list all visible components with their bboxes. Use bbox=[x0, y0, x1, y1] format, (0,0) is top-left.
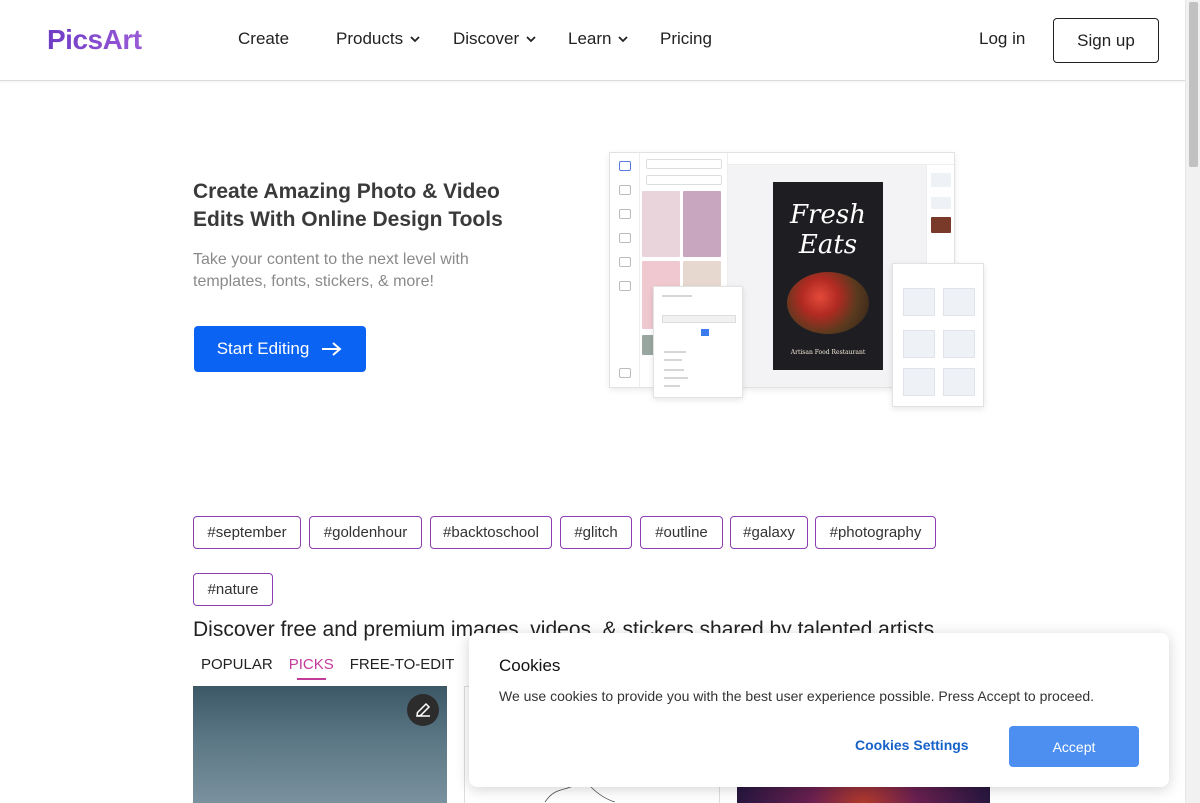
help-icon bbox=[619, 368, 631, 378]
gallery-card[interactable] bbox=[193, 686, 447, 803]
mockup-font-popup bbox=[653, 286, 743, 398]
nav-discover-label: Discover bbox=[453, 29, 520, 48]
fresh-eats-poster: Fresh Eats Artisan Food Restaurant bbox=[773, 182, 883, 370]
tag-photography[interactable]: #photography bbox=[815, 516, 936, 549]
mockup-resize-popup bbox=[892, 263, 984, 407]
pencil-icon bbox=[416, 702, 431, 717]
tag-glitch[interactable]: #glitch bbox=[560, 516, 632, 549]
popup-line bbox=[664, 359, 682, 361]
cookie-message: We use cookies to provide you with the b… bbox=[499, 688, 1095, 704]
popup-card bbox=[943, 368, 975, 396]
hero-title: Create Amazing Photo & Video Edits With … bbox=[193, 180, 503, 231]
accept-cookies-button[interactable]: Accept bbox=[1009, 726, 1139, 767]
popup-line bbox=[664, 351, 686, 353]
nav-products[interactable]: Products bbox=[336, 29, 453, 49]
mockup-topbar bbox=[728, 153, 954, 165]
nav-learn[interactable]: Learn bbox=[568, 29, 660, 49]
mockup-select bbox=[646, 175, 722, 185]
main-nav: Create Products Discover Learn Pricing bbox=[238, 29, 712, 49]
poster-title: Fresh Eats bbox=[790, 200, 866, 260]
mockup-search bbox=[646, 159, 722, 169]
tag-september[interactable]: #september bbox=[193, 516, 301, 549]
popup-card bbox=[943, 330, 975, 358]
shape-icon bbox=[619, 257, 631, 267]
mockup-layer bbox=[931, 197, 951, 209]
chevron-down-icon bbox=[618, 36, 629, 43]
cookie-banner: Cookies We use cookies to provide you wi… bbox=[469, 633, 1169, 787]
poster-footer: Artisan Food Restaurant bbox=[790, 349, 866, 356]
mockup-thumb bbox=[683, 191, 721, 257]
cookie-title: Cookies bbox=[499, 656, 561, 675]
mockup-toolbar bbox=[610, 153, 640, 387]
mockup-layer bbox=[931, 173, 951, 187]
scrollbar-thumb[interactable] bbox=[1189, 2, 1198, 167]
photo-icon bbox=[619, 185, 631, 195]
chevron-down-icon bbox=[410, 36, 420, 43]
nav-pricing-label: Pricing bbox=[660, 29, 712, 48]
start-editing-button[interactable]: Start Editing bbox=[194, 326, 366, 372]
nav-create[interactable]: Create bbox=[238, 29, 336, 49]
popup-line bbox=[664, 377, 688, 379]
nav-products-label: Products bbox=[336, 29, 404, 48]
popup-line bbox=[662, 295, 692, 297]
arrow-right-icon bbox=[322, 342, 342, 356]
edit-button[interactable] bbox=[407, 694, 439, 726]
start-editing-label: Start Editing bbox=[216, 339, 310, 358]
popup-card bbox=[903, 288, 935, 316]
tag-goldenhour[interactable]: #goldenhour bbox=[309, 516, 422, 549]
popup-selected bbox=[701, 329, 709, 336]
tag-galaxy[interactable]: #galaxy bbox=[730, 516, 808, 549]
tag-nature[interactable]: #nature bbox=[193, 573, 273, 606]
popup-card bbox=[903, 330, 935, 358]
poster-food-image bbox=[787, 272, 869, 334]
sticker-icon bbox=[619, 209, 631, 219]
popup-line bbox=[664, 385, 680, 387]
nav-pricing[interactable]: Pricing bbox=[660, 29, 712, 49]
popup-input bbox=[662, 315, 736, 323]
site-header: PicsArt Create Products Discover Learn P… bbox=[0, 0, 1185, 81]
nav-create-label: Create bbox=[238, 29, 290, 48]
signup-button[interactable]: Sign up bbox=[1053, 18, 1159, 63]
tag-backtoschool[interactable]: #backtoschool bbox=[430, 516, 552, 549]
tab-free-to-edit[interactable]: FREE-TO-EDIT bbox=[350, 656, 455, 673]
background-icon bbox=[619, 281, 631, 291]
hero-subtitle: Take your content to the next level with… bbox=[193, 251, 469, 290]
template-icon bbox=[619, 161, 631, 171]
mockup-layer bbox=[931, 217, 951, 233]
discover-tabs: POPULAR PICKS FREE-TO-EDIT bbox=[201, 656, 470, 680]
text-icon bbox=[619, 233, 631, 243]
tag-outline[interactable]: #outline bbox=[640, 516, 723, 549]
cookie-settings-link[interactable]: Cookies Settings bbox=[855, 737, 969, 753]
login-link[interactable]: Log in bbox=[979, 29, 1025, 49]
popup-line bbox=[664, 369, 684, 371]
tab-picks[interactable]: PICKS bbox=[289, 656, 334, 680]
page-scrollbar[interactable] bbox=[1185, 0, 1200, 803]
nav-learn-label: Learn bbox=[568, 29, 612, 48]
popup-card bbox=[903, 368, 935, 396]
mockup-thumb bbox=[642, 191, 680, 257]
nav-discover[interactable]: Discover bbox=[453, 29, 568, 49]
popup-card bbox=[943, 288, 975, 316]
chevron-down-icon bbox=[526, 36, 536, 43]
tab-popular[interactable]: POPULAR bbox=[201, 656, 273, 673]
picsart-logo[interactable]: PicsArt bbox=[47, 24, 142, 56]
